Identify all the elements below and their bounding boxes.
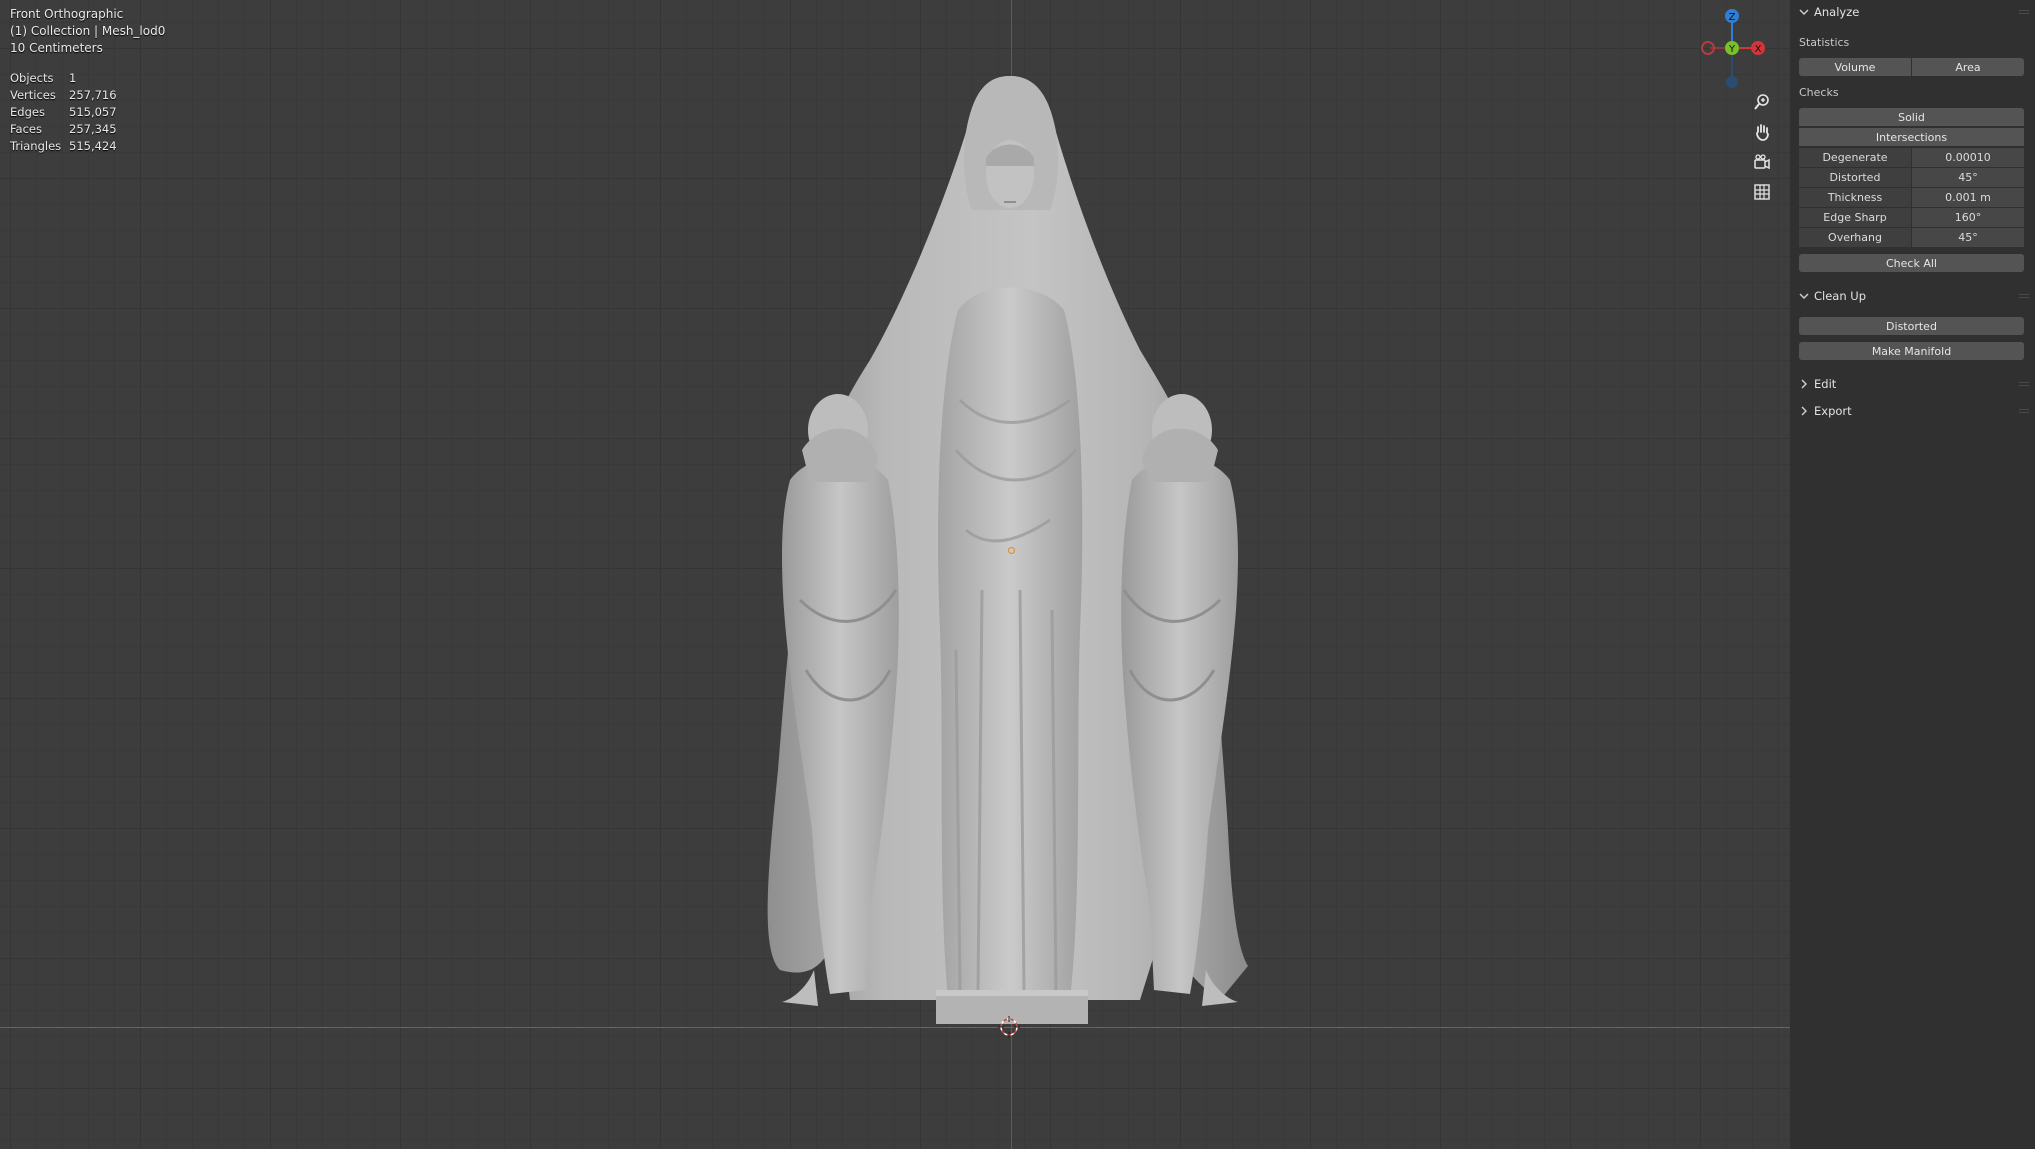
- degenerate-value-field[interactable]: 0.00010: [1912, 148, 2024, 167]
- gizmo-x-label: X: [1755, 44, 1762, 55]
- check-all-button[interactable]: Check All: [1799, 254, 2024, 272]
- stat-row: Vertices 257,716: [10, 87, 117, 104]
- analyze-title: Analyze: [1814, 5, 1860, 19]
- cleanup-distorted-row: Distorted: [1799, 317, 2024, 336]
- degenerate-button[interactable]: Degenerate: [1799, 148, 1911, 167]
- cleanup-distorted-button[interactable]: Distorted: [1799, 317, 2024, 335]
- check-all-row: Check All: [1799, 254, 2024, 273]
- 3d-viewport[interactable]: Front Orthographic (1) Collection | Mesh…: [0, 0, 1790, 1149]
- stat-label: Objects: [10, 71, 54, 85]
- edit-title: Edit: [1814, 377, 1837, 391]
- stat-row: Faces 257,345: [10, 121, 117, 138]
- solid-button[interactable]: Solid: [1799, 108, 2024, 126]
- pan-hand-icon[interactable]: [1747, 118, 1777, 146]
- edge-sharp-button[interactable]: Edge Sharp: [1799, 208, 1911, 227]
- chevron-right-icon: [1801, 379, 1807, 389]
- stat-value: 515,424: [69, 139, 117, 153]
- grid-ortho-icon[interactable]: [1747, 178, 1777, 206]
- checks-label: Checks: [1799, 86, 1839, 99]
- statistics-label: Statistics: [1799, 36, 1850, 49]
- area-button[interactable]: Area: [1912, 58, 2024, 76]
- export-header[interactable]: Export: [1798, 404, 1852, 418]
- scene-statistics: Objects 1 Vertices 257,716 Edges 515,057 Fa…: [10, 70, 117, 155]
- camera-view-icon[interactable]: [1747, 148, 1777, 176]
- chevron-down-icon: [1799, 9, 1809, 15]
- thickness-button[interactable]: Thickness: [1799, 188, 1911, 207]
- edge-sharp-value-field[interactable]: 160°: [1912, 208, 2024, 227]
- drag-handle-icon[interactable]: [2019, 409, 2029, 415]
- zoom-icon[interactable]: [1747, 88, 1777, 116]
- intersections-row: Intersections: [1799, 128, 2024, 147]
- thickness-value-field[interactable]: 0.001 m: [1912, 188, 2024, 207]
- view-name: Front Orthographic: [10, 7, 124, 21]
- stat-value: 257,716: [69, 88, 117, 102]
- export-title: Export: [1814, 404, 1852, 418]
- statistics-buttons: Volume Area: [1799, 58, 2024, 77]
- solid-row: Solid: [1799, 108, 2024, 127]
- check-row-overhang: Overhang 45°: [1799, 228, 2024, 247]
- distorted-check-button[interactable]: Distorted: [1799, 168, 1911, 187]
- gizmo-neg-z-icon[interactable]: [1726, 76, 1738, 88]
- grid-scale: 10 Centimeters: [10, 41, 103, 55]
- collection-label: (1) Collection | Mesh_lod0: [10, 24, 166, 38]
- check-row-edge-sharp: Edge Sharp 160°: [1799, 208, 2024, 227]
- stat-label: Vertices: [10, 88, 56, 102]
- volume-button[interactable]: Volume: [1799, 58, 1911, 76]
- sidebar-panel: Analyze Statistics Volume Area Checks So…: [1790, 0, 2035, 1149]
- stat-value: 1: [69, 71, 77, 85]
- axis-gizmo[interactable]: Z X Y: [1688, 4, 1772, 92]
- gizmo-z-label: Z: [1729, 12, 1736, 23]
- stat-row: Triangles 515,424: [10, 138, 117, 155]
- stat-label: Edges: [10, 105, 45, 119]
- make-manifold-row: Make Manifold: [1799, 342, 2024, 361]
- check-row-thickness: Thickness 0.001 m: [1799, 188, 2024, 207]
- overhang-button[interactable]: Overhang: [1799, 228, 1911, 247]
- object-origin: [1008, 547, 1015, 554]
- check-row-distorted: Distorted 45°: [1799, 168, 2024, 187]
- intersections-button[interactable]: Intersections: [1799, 128, 2024, 146]
- check-row-degenerate: Degenerate 0.00010: [1799, 148, 2024, 167]
- stat-value: 515,057: [69, 105, 117, 119]
- stat-label: Faces: [10, 122, 42, 136]
- cleanup-title: Clean Up: [1814, 289, 1867, 303]
- stat-row: Objects 1: [10, 70, 117, 87]
- viewport-info: Front Orthographic (1) Collection | Mesh…: [10, 6, 165, 57]
- chevron-down-icon: [1799, 293, 1809, 299]
- 3d-cursor-icon: [998, 1016, 1020, 1038]
- edit-header[interactable]: Edit: [1798, 377, 1836, 391]
- chevron-right-icon: [1801, 406, 1807, 416]
- stat-label: Triangles: [10, 139, 62, 153]
- gizmo-y-label: Y: [1728, 44, 1736, 55]
- stat-row: Edges 515,057: [10, 104, 117, 121]
- make-manifold-button[interactable]: Make Manifold: [1799, 342, 2024, 360]
- stat-value: 257,345: [69, 122, 117, 136]
- overhang-value-field[interactable]: 45°: [1912, 228, 2024, 247]
- drag-handle-icon[interactable]: [2019, 382, 2029, 388]
- cleanup-header[interactable]: Clean Up: [1798, 289, 1866, 303]
- distorted-value-field[interactable]: 45°: [1912, 168, 2024, 187]
- analyze-header[interactable]: Analyze: [1798, 5, 1859, 19]
- drag-handle-icon[interactable]: [2019, 10, 2029, 16]
- drag-handle-icon[interactable]: [2019, 294, 2029, 300]
